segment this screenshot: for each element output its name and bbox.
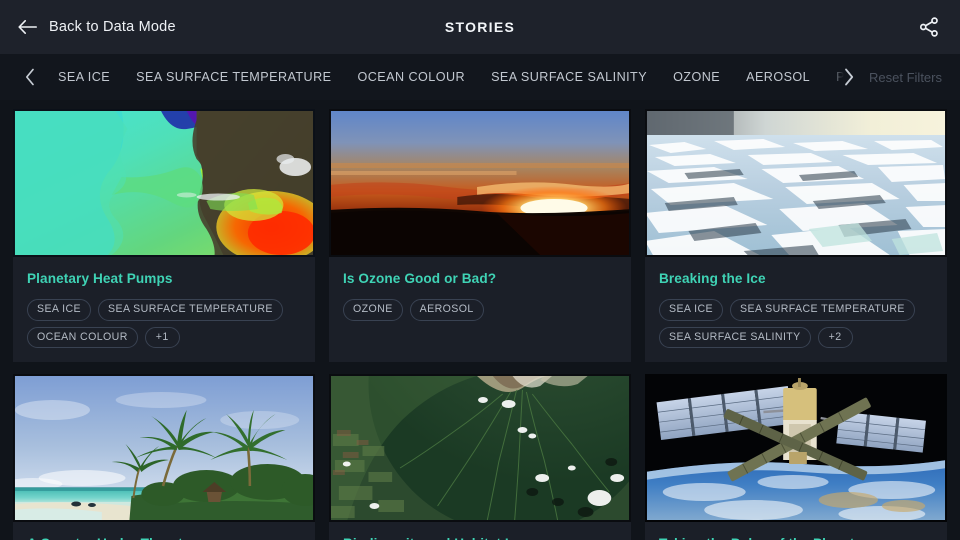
story-thumbnail-satellite — [645, 374, 947, 523]
story-title: Taking the Pulse of the Planet — [659, 536, 933, 540]
story-card-body: Taking the Pulse of the Planet — [645, 522, 947, 540]
reset-filters-button[interactable]: Reset Filters — [869, 70, 942, 85]
chevron-left-icon[interactable] — [24, 68, 37, 86]
story-title: A Country Under Threat — [27, 536, 301, 540]
story-tag[interactable]: SEA ICE — [659, 299, 724, 321]
story-card-body: A Country Under Threat — [13, 522, 315, 540]
arrow-left-icon — [18, 20, 37, 34]
story-tag[interactable]: SEA ICE — [27, 299, 92, 321]
story-card[interactable]: Is Ozone Good or Bad? OZONE AEROSOL — [329, 109, 631, 363]
top-bar: Back to Data Mode STORIES — [0, 0, 960, 54]
filter-list[interactable]: SEA ICE SEA SURFACE TEMPERATURE OCEAN CO… — [45, 66, 844, 88]
story-card-body: Planetary Heat Pumps SEA ICE SEA SURFACE… — [13, 257, 315, 362]
story-tag-more[interactable]: +2 — [817, 326, 853, 349]
story-card-body: Breaking the Ice SEA ICE SEA SURFACE TEM… — [645, 257, 947, 362]
filter-item[interactable]: SEA SURFACE SALINITY — [478, 66, 660, 88]
stories-grid: Planetary Heat Pumps SEA ICE SEA SURFACE… — [0, 100, 960, 540]
story-card-body: Is Ozone Good or Bad? OZONE AEROSOL — [329, 257, 631, 335]
story-tags: SEA ICE SEA SURFACE TEMPERATURE SEA SURF… — [659, 299, 933, 349]
story-tag[interactable]: SEA SURFACE TEMPERATURE — [98, 299, 283, 321]
story-tags: SEA ICE SEA SURFACE TEMPERATURE OCEAN CO… — [27, 299, 301, 349]
filter-item[interactable]: AEROSOL — [733, 66, 823, 88]
story-tag[interactable]: SEA SURFACE SALINITY — [659, 326, 811, 349]
story-title: Biodiversity and Habitat Loss — [343, 536, 617, 540]
story-title: Breaking the Ice — [659, 271, 766, 286]
story-tag-more[interactable]: +1 — [144, 326, 180, 349]
filter-item[interactable]: OZONE — [660, 66, 733, 88]
story-tag[interactable]: OZONE — [343, 299, 403, 321]
story-thumbnail-sunset — [329, 109, 631, 257]
back-to-data-mode-button[interactable]: Back to Data Mode — [18, 19, 176, 35]
story-thumbnail-sea-surface-temperature — [13, 109, 315, 257]
filter-item[interactable]: PERMAFROST — [823, 66, 844, 88]
story-card[interactable]: Taking the Pulse of the Planet — [645, 374, 947, 540]
story-thumbnail-tropical-beach — [13, 374, 315, 523]
story-tags: OZONE AEROSOL — [343, 299, 617, 321]
back-button-label: Back to Data Mode — [49, 19, 176, 35]
story-title: Is Ozone Good or Bad? — [343, 271, 497, 286]
story-card-body: Biodiversity and Habitat Loss — [329, 522, 631, 540]
filter-item[interactable]: SEA ICE — [45, 66, 123, 88]
filter-item[interactable]: OCEAN COLOUR — [345, 66, 479, 88]
story-card[interactable]: A Country Under Threat — [13, 374, 315, 540]
story-thumbnail-sea-ice — [645, 109, 947, 257]
story-title: Planetary Heat Pumps — [27, 271, 173, 286]
story-thumbnail-forested-volcano — [329, 374, 631, 523]
story-card[interactable]: Biodiversity and Habitat Loss — [329, 374, 631, 540]
filter-bar: SEA ICE SEA SURFACE TEMPERATURE OCEAN CO… — [0, 54, 960, 100]
story-tag[interactable]: OCEAN COLOUR — [27, 326, 138, 349]
story-tag[interactable]: SEA SURFACE TEMPERATURE — [730, 299, 915, 321]
share-icon[interactable] — [918, 16, 940, 38]
story-card[interactable]: Planetary Heat Pumps SEA ICE SEA SURFACE… — [13, 109, 315, 363]
filter-item[interactable]: SEA SURFACE TEMPERATURE — [123, 66, 344, 88]
story-tag[interactable]: AEROSOL — [409, 299, 484, 321]
story-card[interactable]: Breaking the Ice SEA ICE SEA SURFACE TEM… — [645, 109, 947, 363]
